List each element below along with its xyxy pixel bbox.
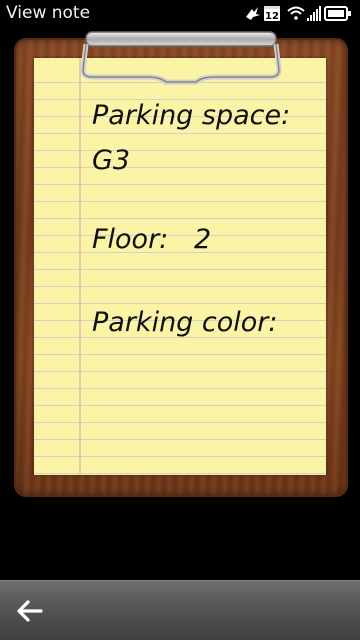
note-line-space-value: G3 (92, 145, 131, 176)
note-paper: Parking space: G3 Floor: 2 Parking color… (34, 58, 326, 475)
note-line-floor: Floor: 2 (92, 224, 212, 255)
clipboard-clip-icon (80, 31, 282, 85)
status-title: View note (6, 3, 91, 23)
wifi-icon (287, 6, 305, 20)
signal-icon (307, 6, 321, 21)
calendar-day: 12 (265, 11, 279, 22)
calendar-icon: 12 (264, 6, 280, 22)
back-button[interactable] (8, 591, 52, 631)
back-arrow-icon (17, 600, 43, 622)
status-icons: 12 (244, 3, 356, 23)
note-line-parking-space: Parking space: (92, 100, 291, 131)
notification-icon (246, 7, 260, 20)
screen: View note 12 Parking space: G3 Floor: 2 … (0, 0, 360, 640)
note-line-parking-color: Parking color: (92, 307, 278, 338)
status-bar: View note 12 (0, 0, 360, 26)
battery-icon (324, 6, 351, 21)
clipboard: Parking space: G3 Floor: 2 Parking color… (14, 38, 348, 497)
bottom-toolbar (0, 580, 360, 640)
